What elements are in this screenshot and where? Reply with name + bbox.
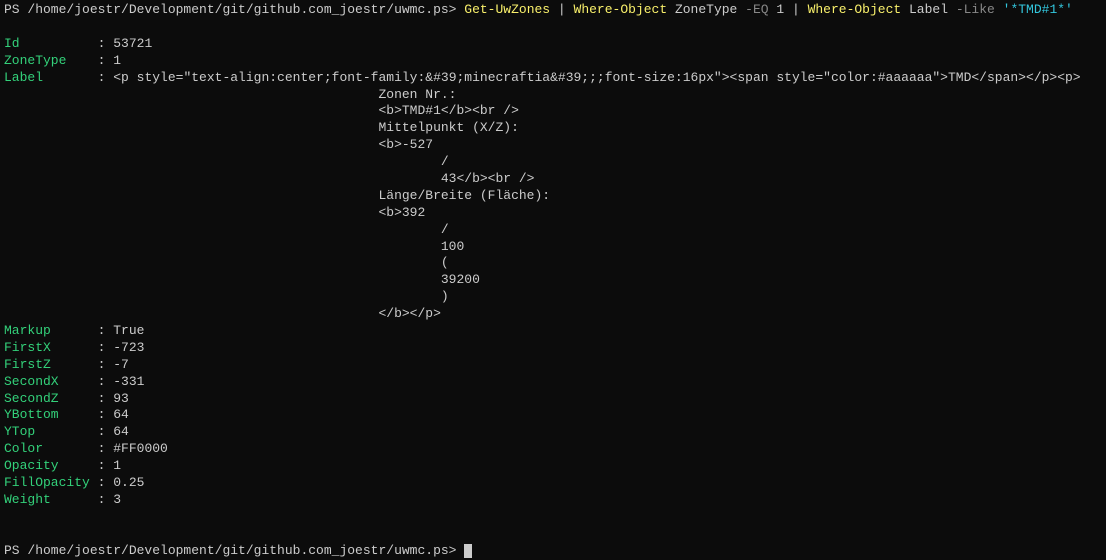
row-id: Id : 53721: [4, 36, 1102, 53]
label-line-8: Länge/Breite (Fläche):: [4, 188, 1102, 205]
label-line-10: /: [4, 222, 1102, 239]
val-secondx: -331: [113, 374, 144, 389]
val-fillopacity: 0.25: [113, 475, 144, 490]
val-id: 53721: [113, 36, 152, 51]
row-zonetype: ZoneType : 1: [4, 53, 1102, 70]
sep: :: [90, 53, 113, 68]
val-firstx: -723: [113, 340, 144, 355]
label-line-5: <b>-527: [4, 137, 1102, 154]
sep: :: [90, 374, 113, 389]
ps-prefix: PS: [4, 2, 27, 17]
sep: :: [90, 323, 113, 338]
sep: :: [90, 424, 113, 439]
row-secondz: SecondZ : 93: [4, 391, 1102, 408]
val-secondz: 93: [113, 391, 129, 406]
blank-line: [4, 19, 1102, 36]
prompt-line-2[interactable]: PS /home/joestr/Development/git/github.c…: [4, 543, 1102, 560]
label-line-6: /: [4, 154, 1102, 171]
key-ybottom: YBottom: [4, 407, 90, 422]
val-weight: 3: [113, 492, 121, 507]
val-markup: True: [113, 323, 144, 338]
row-firstz: FirstZ : -7: [4, 357, 1102, 374]
label-line-7: 43</b><br />: [4, 171, 1102, 188]
sep: :: [90, 357, 113, 372]
key-fillopacity: FillOpacity: [4, 475, 90, 490]
row-color: Color : #FF0000: [4, 441, 1102, 458]
op-like: -Like: [956, 2, 995, 17]
row-label: Label : <p style="text-align:center;font…: [4, 70, 1102, 87]
cmdlet-where-object-1: Where-Object: [574, 2, 668, 17]
blank-line-2: [4, 509, 1102, 526]
sep: :: [90, 458, 113, 473]
val-zonetype: 1: [113, 53, 121, 68]
op-eq: -EQ: [745, 2, 768, 17]
key-secondz: SecondZ: [4, 391, 90, 406]
arg-zonetype: ZoneType: [667, 2, 745, 17]
prompt-path-2: /home/joestr/Development/git/github.com_…: [27, 543, 464, 558]
val-ybottom: 64: [113, 407, 129, 422]
row-markup: Markup : True: [4, 323, 1102, 340]
label-line-11: 100: [4, 239, 1102, 256]
val-opacity: 1: [113, 458, 121, 473]
label-line-12: (: [4, 255, 1102, 272]
cmdlet-get-uwzones: Get-UwZones: [464, 2, 550, 17]
label-line-4: Mittelpunkt (X/Z):: [4, 120, 1102, 137]
key-secondx: SecondX: [4, 374, 90, 389]
val-ytop: 64: [113, 424, 129, 439]
key-opacity: Opacity: [4, 458, 90, 473]
prompt-line-1[interactable]: PS /home/joestr/Development/git/github.c…: [4, 2, 1102, 19]
label-line-2: Zonen Nr.:: [4, 87, 1102, 104]
sep: :: [90, 36, 113, 51]
key-zonetype: ZoneType: [4, 53, 90, 68]
key-id: Id: [4, 36, 90, 51]
row-secondx: SecondX : -331: [4, 374, 1102, 391]
key-weight: Weight: [4, 492, 90, 507]
key-firstx: FirstX: [4, 340, 90, 355]
key-markup: Markup: [4, 323, 90, 338]
sep: :: [90, 340, 113, 355]
sep: :: [90, 407, 113, 422]
row-ybottom: YBottom : 64: [4, 407, 1102, 424]
sep: :: [90, 70, 113, 85]
row-opacity: Opacity : 1: [4, 458, 1102, 475]
arg-space: [995, 2, 1003, 17]
val-color: #FF0000: [113, 441, 168, 456]
key-firstz: FirstZ: [4, 357, 90, 372]
sep: :: [90, 492, 113, 507]
pipe-2: |: [784, 2, 807, 17]
arg-tmd-pattern: '*TMD#1*': [1003, 2, 1073, 17]
label-line-14: ): [4, 289, 1102, 306]
arg-label: Label: [901, 2, 956, 17]
ps-prefix-2: PS: [4, 543, 27, 558]
cmdlet-where-object-2: Where-Object: [808, 2, 902, 17]
sep: :: [90, 441, 113, 456]
val-label: <p style="text-align:center;font-family:…: [113, 70, 1080, 85]
key-label: Label: [4, 70, 90, 85]
row-weight: Weight : 3: [4, 492, 1102, 509]
label-line-9: <b>392: [4, 205, 1102, 222]
arg-1: 1: [769, 2, 785, 17]
label-line-15: </b></p>: [4, 306, 1102, 323]
key-ytop: YTop: [4, 424, 90, 439]
sep: :: [90, 391, 113, 406]
sep: :: [90, 475, 113, 490]
prompt-path: /home/joestr/Development/git/github.com_…: [27, 2, 464, 17]
cursor-icon: [464, 544, 472, 558]
row-firstx: FirstX : -723: [4, 340, 1102, 357]
key-color: Color: [4, 441, 90, 456]
row-ytop: YTop : 64: [4, 424, 1102, 441]
pipe-1: |: [550, 2, 573, 17]
blank-line-3: [4, 526, 1102, 543]
val-firstz: -7: [113, 357, 129, 372]
label-line-13: 39200: [4, 272, 1102, 289]
row-fillopacity: FillOpacity : 0.25: [4, 475, 1102, 492]
label-line-3: <b>TMD#1</b><br />: [4, 103, 1102, 120]
